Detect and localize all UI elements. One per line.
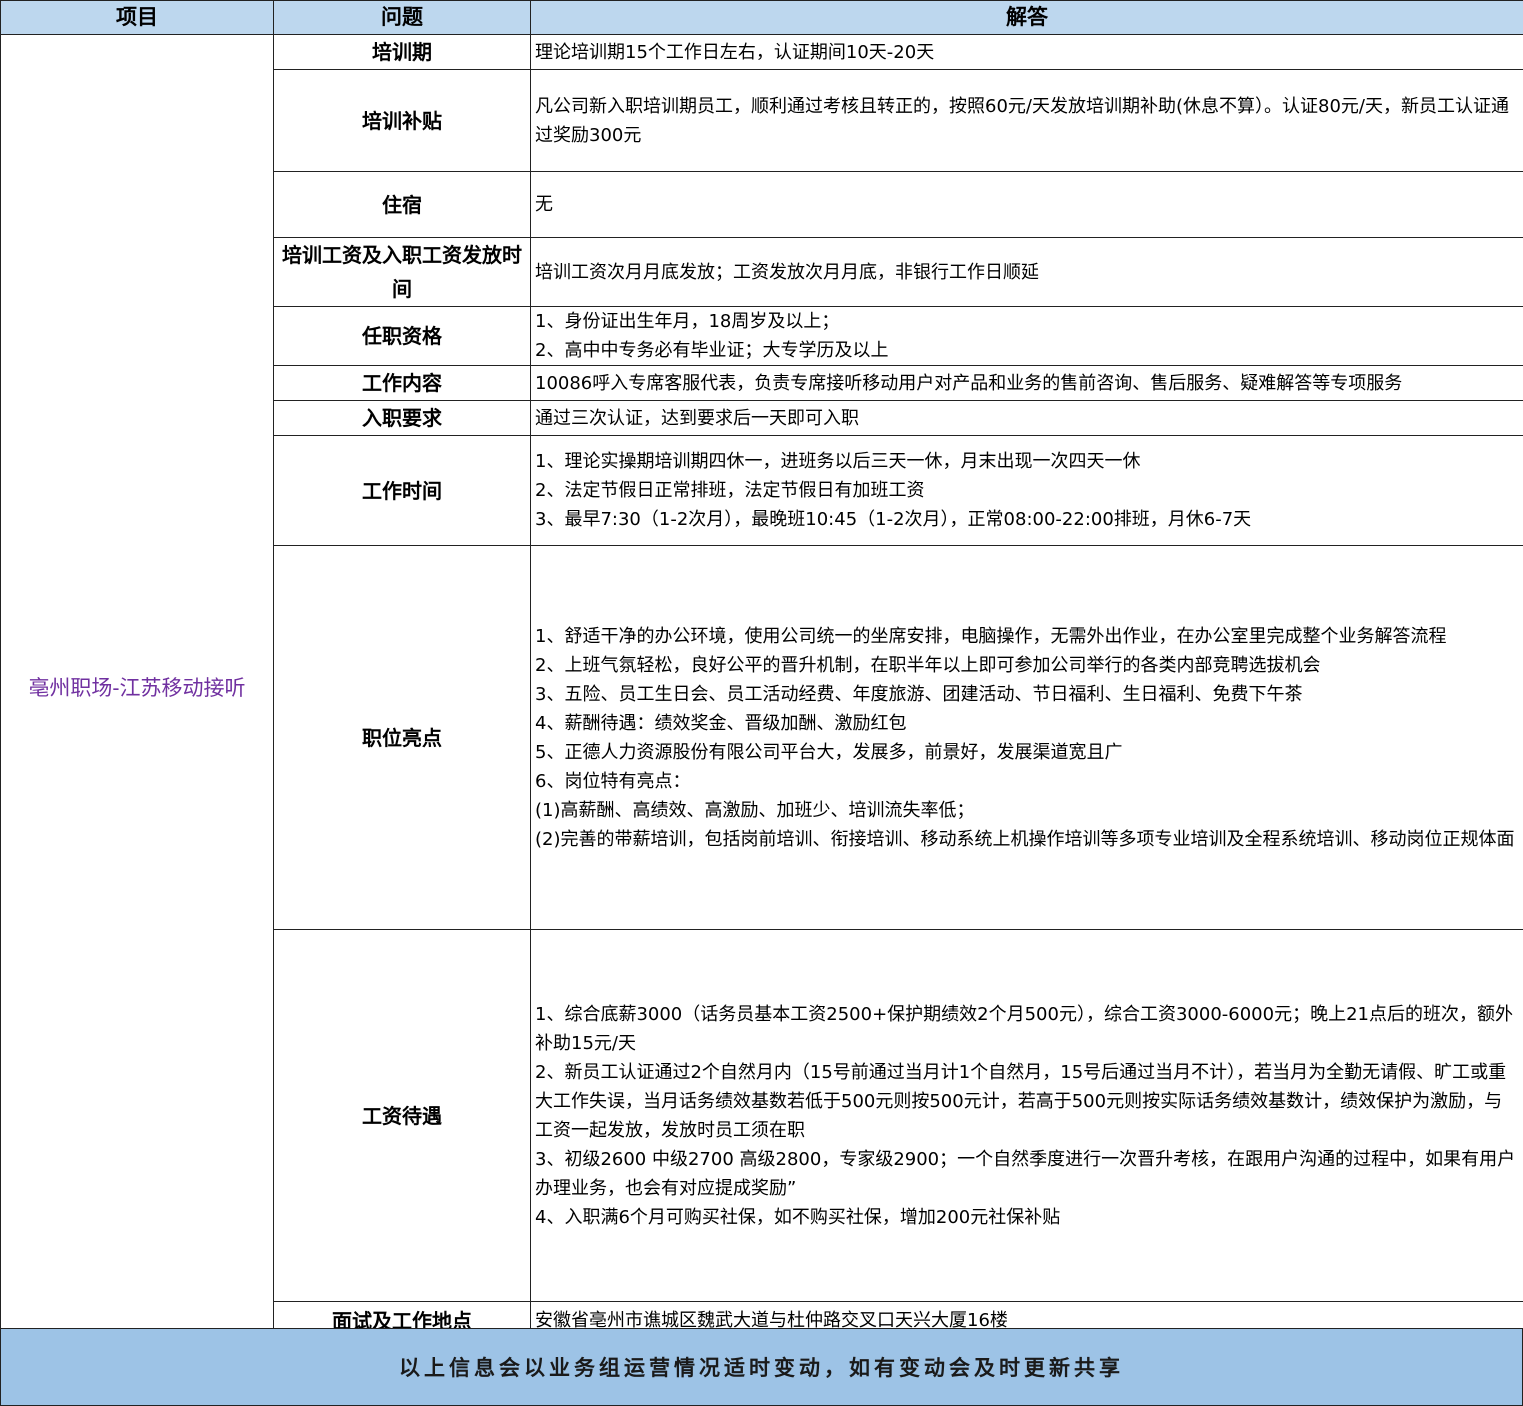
answer-cell: 1、身份证出生年月，18周岁及以上； 2、高中中专务必有毕业证；大专学历及以上: [530, 306, 1523, 366]
answer-cell: 培训工资次月月底发放；工资发放次月月底，非银行工作日顺延: [530, 237, 1523, 307]
answer-line: 通过三次认证，达到要求后一天即可入职: [535, 407, 859, 429]
answer-line: 1、理论实操期培训期四休一，进班务以后三天一休，月末出现一次四天一休: [535, 451, 1141, 472]
table-row: 亳州职场-江苏移动接听 培训期 理论培训期15个工作日左右，认证期间10天-20天: [0, 34, 1523, 1340]
header-question: 问题: [273, 0, 531, 35]
answer-line: 4、入职满6个月可购买社保，如不购买社保，增加200元社保补贴: [535, 1206, 1061, 1228]
answer-line: 无: [535, 194, 553, 215]
answer-cell: 1、理论实操期培训期四休一，进班务以后三天一休，月末出现一次四天一休 2、法定节假…: [530, 435, 1523, 546]
answer-cell: 理论培训期15个工作日左右，认证期间10天-20天: [530, 34, 1523, 70]
job-info-table: 项目 问题 解答 亳州职场-江苏移动接听 培训期 理论培训期15个工作日左右，认证期…: [0, 0, 1523, 1340]
project-name: 亳州职场-江苏移动接听: [0, 34, 274, 1340]
question-cell: 工作时间: [273, 435, 531, 546]
question-cell: 培训期: [273, 34, 531, 70]
question-cell: 任职资格: [273, 306, 531, 366]
answer-line: (2)完善的带薪培训，包括岗前培训、衔接培训、移动系统上机操作培训等多项专业培训…: [535, 828, 1515, 850]
answer-line: (1)高薪酬、高绩效、高激励、加班少、培训流失率低；: [535, 799, 975, 821]
answer-cell: 1、综合底薪3000（话务员基本工资2500+保护期绩效2个月500元），综合工…: [530, 929, 1523, 1302]
answer-line: 2、上班气氛轻松，良好公平的晋升机制，在职半年以上即可参加公司举行的各类内部竞聘…: [535, 654, 1321, 676]
header-project: 项目: [0, 0, 274, 35]
footer-notice: 以上信息会以业务组运营情况适时变动，如有变动会及时更新共享: [0, 1328, 1523, 1406]
question-cell: 培训补贴: [273, 69, 531, 172]
answer-line: 3、五险、员工生日会、员工活动经费、年度旅游、团建活动、节日福利、生日福利、免费…: [535, 683, 1303, 705]
question-cell: 工作内容: [273, 365, 531, 401]
question-cell: 职位亮点: [273, 545, 531, 930]
answer-line: 3、初级2600 中级2700 高级2800，专家级2900；一个自然季度进行一…: [535, 1148, 1516, 1199]
answer-line: 1、综合底薪3000（话务员基本工资2500+保护期绩效2个月500元），综合工…: [535, 1003, 1513, 1054]
answer-line: 1、舒适干净的办公环境，使用公司统一的坐席安排，电脑操作，无需外出作业，在办公室…: [535, 625, 1447, 647]
answer-line: 理论培训期15个工作日左右，认证期间10天-20天: [535, 41, 935, 63]
answer-line: 4、薪酬待遇：绩效奖金、晋级加酬、激励红包: [535, 712, 907, 734]
header-answer: 解答: [530, 0, 1523, 35]
question-cell: 培训工资及入职工资发放时间: [273, 237, 531, 307]
answer-line: 2、高中中专务必有毕业证；大专学历及以上: [535, 340, 889, 361]
answer-line: 培训工资次月月底发放；工资发放次月月底，非银行工作日顺延: [535, 261, 1039, 283]
question-cell: 工资待遇: [273, 929, 531, 1302]
answer-line: 2、新员工认证通过2个自然月内（15号前通过当月计1个自然月，15号后通过当月不…: [535, 1061, 1507, 1141]
answer-line: 3、最早7:30（1-2次月），最晚班10:45（1-2次月），正常08:00-…: [535, 509, 1252, 530]
answer-line: 1、身份证出生年月，18周岁及以上；: [535, 311, 840, 332]
answer-line: 凡公司新入职培训期员工，顺利通过考核且转正的，按照60元/天发放培训期补助(休息…: [535, 95, 1509, 146]
answer-line: 2、法定节假日正常排班，法定节假日有加班工资: [535, 480, 925, 501]
question-cell: 住宿: [273, 171, 531, 238]
answer-line: 10086呼入专席客服代表，负责专席接听移动用户对产品和业务的售前咨询、售后服务…: [535, 372, 1403, 394]
answer-cell: 通过三次认证，达到要求后一天即可入职: [530, 400, 1523, 436]
answer-cell: 1、舒适干净的办公环境，使用公司统一的坐席安排，电脑操作，无需外出作业，在办公室…: [530, 545, 1523, 930]
answer-cell: 10086呼入专席客服代表，负责专席接听移动用户对产品和业务的售前咨询、售后服务…: [530, 365, 1523, 401]
question-cell: 入职要求: [273, 400, 531, 436]
table-header-row: 项目 问题 解答: [0, 0, 1523, 35]
answer-cell: 无: [530, 171, 1523, 238]
answer-line: 6、岗位特有亮点：: [535, 770, 691, 792]
answer-line: 5、正德人力资源股份有限公司平台大，发展多，前景好，发展渠道宽且广: [535, 741, 1123, 763]
answer-cell: 凡公司新入职培训期员工，顺利通过考核且转正的，按照60元/天发放培训期补助(休息…: [530, 69, 1523, 172]
